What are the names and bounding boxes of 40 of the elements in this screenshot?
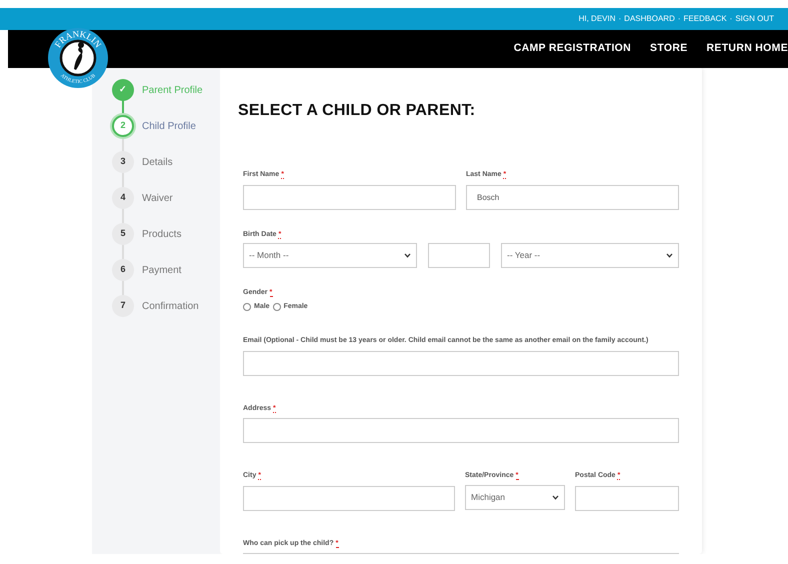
step-number: 6 <box>112 259 134 281</box>
check-icon: ✓ <box>112 79 134 101</box>
radio-button[interactable] <box>272 302 281 311</box>
input-field[interactable] <box>428 243 490 268</box>
step-label[interactable]: Payment <box>142 262 182 278</box>
step-label[interactable]: Products <box>142 226 182 242</box>
step-label[interactable]: Details <box>142 154 173 170</box>
topbar-link[interactable]: DASHBOARD <box>624 13 675 25</box>
chevron-down-icon <box>404 253 411 258</box>
separator-dot: · <box>678 13 681 25</box>
input-field[interactable]: Bosch <box>466 184 679 210</box>
form-title: SELECT A CHILD OR PARENT: <box>238 101 476 120</box>
chevron-down-icon <box>666 253 673 258</box>
separator-dot: · <box>730 13 732 25</box>
nav-link[interactable]: CAMP REGISTRATION <box>514 41 632 57</box>
input-field[interactable] <box>243 350 679 376</box>
step-number: 7 <box>112 295 134 317</box>
step-number: 4 <box>112 187 134 209</box>
topbar-link[interactable]: FEEDBACK <box>684 13 727 25</box>
select-field[interactable]: -- Month -- <box>243 243 417 268</box>
chevron-down-icon <box>552 494 559 500</box>
step-number: 5 <box>112 223 134 245</box>
nav-link[interactable]: RETURN HOME <box>706 41 788 57</box>
topbar-link[interactable]: HI, DEVIN <box>578 13 616 25</box>
separator-dot: · <box>618 13 622 25</box>
input-field[interactable] <box>243 184 456 210</box>
topbar-link[interactable]: SIGN OUT <box>735 13 774 25</box>
input-field[interactable] <box>243 486 455 511</box>
select-field[interactable]: -- Year -- <box>501 243 679 268</box>
input-field[interactable] <box>575 486 679 511</box>
step-label[interactable]: Confirmation <box>142 298 199 314</box>
step-number: 3 <box>112 151 134 173</box>
step-number: 2 <box>112 115 134 137</box>
select-field[interactable]: Michigan <box>465 484 565 510</box>
radio-button[interactable] <box>243 302 251 311</box>
step-label[interactable]: Child Profile <box>142 118 196 134</box>
step-label[interactable]: Waiver <box>142 190 173 206</box>
input-field[interactable] <box>243 418 679 444</box>
step-label[interactable]: Parent Profile <box>142 82 203 98</box>
nav-link[interactable]: STORE <box>650 41 688 57</box>
